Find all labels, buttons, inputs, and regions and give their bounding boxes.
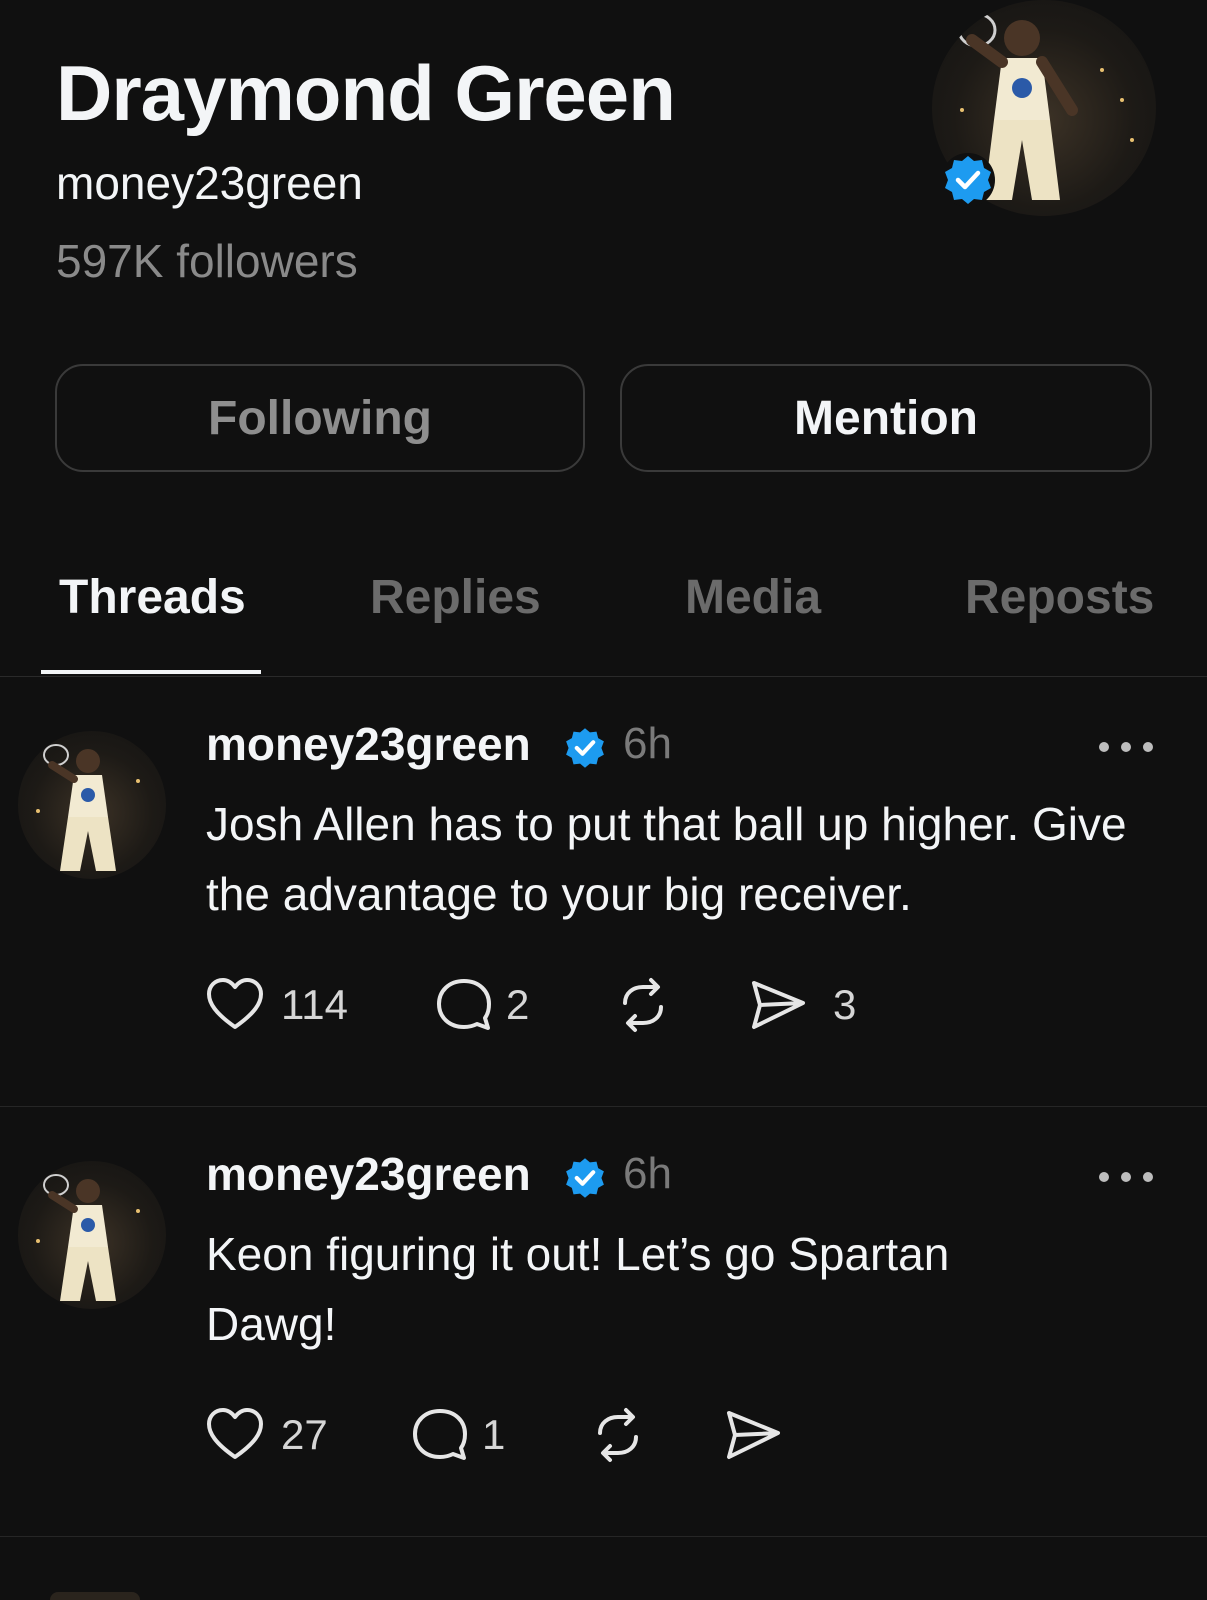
more-options-icon[interactable] bbox=[1096, 1167, 1156, 1187]
verified-badge-icon bbox=[941, 153, 995, 207]
more-options-icon[interactable] bbox=[1096, 737, 1156, 757]
thread-post[interactable]: money23green 6h Keon figuring it out! Le… bbox=[0, 1107, 1207, 1537]
repost-icon[interactable] bbox=[613, 975, 673, 1035]
tab-replies[interactable]: Replies bbox=[370, 570, 541, 625]
post-timestamp: 6h bbox=[623, 719, 672, 768]
post-avatar[interactable] bbox=[18, 1161, 166, 1309]
post-actions: 27 1 bbox=[205, 1405, 1105, 1465]
like-count: 27 bbox=[281, 1411, 328, 1458]
post-avatar[interactable] bbox=[18, 731, 166, 879]
reply-count: 1 bbox=[482, 1411, 506, 1458]
like-count: 114 bbox=[281, 981, 348, 1028]
like-icon[interactable] bbox=[205, 1405, 265, 1465]
active-tab-indicator bbox=[41, 670, 261, 674]
verified-badge-icon bbox=[566, 1158, 604, 1198]
thread-post[interactable]: money23green 6h Josh Allen has to put th… bbox=[0, 677, 1207, 1107]
tab-media[interactable]: Media bbox=[685, 570, 821, 625]
post-actions: 114 2 3 bbox=[205, 975, 1105, 1035]
followers-count[interactable]: 597K followers bbox=[56, 234, 358, 288]
tab-reposts[interactable]: Reposts bbox=[965, 570, 1154, 625]
tab-threads[interactable]: Threads bbox=[59, 570, 246, 625]
like-icon[interactable] bbox=[205, 975, 265, 1035]
following-button[interactable]: Following bbox=[55, 364, 585, 472]
mention-button[interactable]: Mention bbox=[620, 364, 1152, 472]
post-text: Josh Allen has to put that ball up highe… bbox=[206, 798, 1127, 920]
share-count: 3 bbox=[833, 981, 857, 1028]
share-icon[interactable] bbox=[723, 1405, 783, 1465]
player-photo-icon bbox=[36, 1174, 140, 1301]
profile-name: Draymond Green bbox=[56, 49, 676, 137]
profile-handle: money23green bbox=[56, 157, 363, 209]
profile-tabs: Threads Replies Media Reposts bbox=[0, 540, 1207, 677]
post-text: Keon figuring it out! Let’s go Spartan D… bbox=[206, 1228, 950, 1350]
post-timestamp: 6h bbox=[623, 1149, 672, 1198]
reply-icon[interactable] bbox=[434, 975, 494, 1035]
reply-icon[interactable] bbox=[410, 1405, 470, 1465]
post-username[interactable]: money23green bbox=[206, 717, 531, 771]
profile-page: Draymond Green money23green 597K followe… bbox=[0, 0, 1207, 1600]
verified-badge-icon bbox=[566, 728, 604, 768]
reply-count: 2 bbox=[506, 981, 530, 1028]
post-username[interactable]: money23green bbox=[206, 1147, 531, 1201]
next-post-avatar bbox=[50, 1592, 140, 1600]
share-icon[interactable] bbox=[748, 975, 808, 1035]
repost-icon[interactable] bbox=[588, 1405, 648, 1465]
player-photo-icon bbox=[36, 744, 140, 871]
